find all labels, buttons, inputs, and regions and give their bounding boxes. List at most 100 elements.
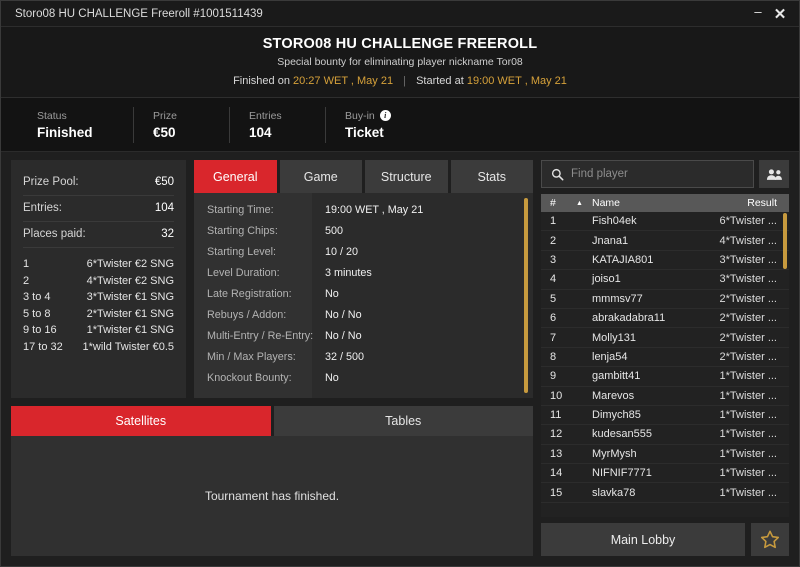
table-row[interactable]: 6 abrakadabra11 2*Twister ... [541, 309, 789, 329]
tournament-lobby-window: Storo08 HU CHALLENGE Freeroll #100151143… [0, 0, 800, 567]
minimize-button[interactable]: – [747, 3, 769, 25]
tab-game[interactable]: Game [279, 160, 362, 193]
started-time: 19:00 WET , May 21 [466, 75, 567, 87]
player-list-scrollbar[interactable] [783, 213, 787, 517]
tournament-times: Finished on 20:27 WET , May 21 | Started… [1, 75, 799, 87]
info-icon[interactable]: i [379, 110, 391, 121]
table-row[interactable]: 2 Jnana1 4*Twister ... [541, 231, 789, 251]
prize-value: €50 [153, 124, 176, 140]
player-result: 1*Twister ... [719, 389, 777, 402]
general-scrollbar-thumb[interactable] [524, 198, 528, 393]
table-row[interactable]: 15 slavka78 1*Twister ... [541, 483, 789, 503]
search-input[interactable] [571, 168, 744, 180]
player-list: # ▲ Name Result 1 Fish04ek 6*Twister ...… [541, 194, 789, 517]
sort-ascending-icon[interactable]: ▲ [576, 200, 592, 207]
tab-tables[interactable]: Tables [273, 406, 533, 436]
player-rank: 8 [550, 350, 557, 363]
player-list-scrollbar-thumb[interactable] [783, 213, 787, 269]
player-rank: 1 [550, 215, 557, 228]
title-bar: Storo08 HU CHALLENGE Freeroll #100151143… [1, 1, 799, 27]
satellites-content: Tournament has finished. [11, 436, 533, 556]
table-row[interactable]: 8 lenja54 2*Twister ... [541, 348, 789, 368]
detail-label: Rebuys / Addon: [207, 309, 287, 321]
tab-general[interactable]: General [194, 160, 277, 193]
column-header-num[interactable]: # [550, 197, 576, 209]
table-row[interactable]: 12 kudesan555 1*Twister ... [541, 425, 789, 445]
player-rank: 15 [550, 486, 563, 499]
player-result: 4*Twister ... [719, 234, 777, 247]
table-row[interactable]: 13 MyrMysh 1*Twister ... [541, 445, 789, 465]
main-lobby-button[interactable]: Main Lobby [541, 523, 745, 556]
general-value-column: 19:00 WET , May 21 500 10 / 20 3 minutes… [312, 193, 533, 398]
player-name: joiso1 [592, 273, 621, 286]
tab-stats[interactable]: Stats [450, 160, 533, 193]
player-rank: 12 [550, 428, 563, 441]
player-name: abrakadabra11 [592, 312, 666, 325]
player-result: 2*Twister ... [719, 292, 777, 305]
general-scrollbar[interactable] [524, 198, 528, 393]
table-row[interactable]: 4 joiso1 3*Twister ... [541, 270, 789, 290]
player-filter-button[interactable] [759, 160, 789, 188]
prize-entries-row: Entries: 104 [23, 196, 174, 222]
detail-label: Knockout Bounty: [207, 372, 292, 384]
player-rank: 11 [550, 409, 562, 422]
detail-value: 10 / 20 [325, 246, 359, 258]
footer-row: Main Lobby [541, 523, 789, 556]
status-cell-prize: Prize €50 [133, 105, 229, 145]
column-header-result[interactable]: Result [701, 197, 781, 209]
payout-row: 17 to 32 1*wild Twister €0.5 [23, 339, 174, 356]
detail-value: 32 / 500 [325, 351, 365, 363]
column-header-name[interactable]: Name [592, 197, 701, 209]
player-rank: 3 [550, 253, 557, 266]
player-result: 1*Twister ... [719, 370, 777, 383]
tab-satellites[interactable]: Satellites [11, 406, 271, 436]
player-rank: 13 [550, 447, 563, 460]
player-result: 3*Twister ... [719, 253, 777, 266]
payout-prize: 1*Twister €1 SNG [86, 324, 174, 336]
tournament-title: STORO08 HU CHALLENGE FREEROLL [262, 36, 538, 52]
status-cell-status: Status Finished [37, 105, 133, 145]
payout-prize: 4*Twister €2 SNG [86, 274, 174, 287]
prize-entries-label: Entries: [23, 202, 62, 214]
payout-place: 9 to 16 [23, 324, 57, 336]
table-row[interactable]: 7 Molly131 2*Twister ... [541, 328, 789, 348]
finished-time: 20:27 WET , May 21 [293, 75, 394, 87]
status-cell-buyin: Buy-in i Ticket [325, 105, 421, 145]
player-result: 2*Twister ... [719, 331, 777, 344]
tournament-subtitle: Special bounty for eliminating player ni… [277, 56, 523, 68]
table-row[interactable]: 14 NIFNIF7771 1*Twister ... [541, 464, 789, 484]
prize-pool-row: Prize Pool: €50 [23, 170, 174, 196]
detail-label: Late Registration: [207, 288, 292, 300]
player-name: lenja54 [592, 350, 628, 363]
started-label: Started at [416, 75, 464, 87]
tournament-status-message: Tournament has finished. [204, 489, 340, 503]
payout-row: 9 to 16 1*Twister €1 SNG [23, 322, 174, 339]
player-result: 1*Twister ... [719, 447, 777, 460]
search-box[interactable] [541, 160, 754, 188]
left-top-section: Prize Pool: €50 Entries: 104 Places paid… [11, 160, 533, 398]
player-name: mmmsv77 [592, 292, 643, 305]
close-button[interactable]: ✕ [769, 3, 791, 25]
favorite-button[interactable] [751, 523, 789, 556]
search-row [541, 160, 789, 188]
payout-prize: 6*Twister €2 SNG [86, 258, 174, 270]
player-result: 1*Twister ... [719, 467, 777, 480]
table-row[interactable]: 3 KATAJIA801 3*Twister ... [541, 251, 789, 271]
payout-place: 1 [23, 258, 30, 270]
table-row[interactable]: 11 Dimych85 1*Twister ... [541, 406, 789, 426]
detail-label: Min / Max Players: [207, 351, 296, 363]
player-name: KATAJIA801 [592, 253, 654, 266]
table-row[interactable]: 1 Fish04ek 6*Twister ... [541, 212, 789, 232]
player-name: Dimych85 [592, 409, 641, 422]
player-rank: 9 [550, 370, 557, 383]
table-row[interactable]: 5 mmmsv77 2*Twister ... [541, 290, 789, 309]
player-rank: 5 [550, 292, 557, 305]
tab-structure[interactable]: Structure [365, 160, 448, 193]
payout-row: 5 to 8 2*Twister €1 SNG [23, 306, 174, 323]
finished-label: Finished on [233, 75, 290, 87]
table-row[interactable]: 9 gambitt41 1*Twister ... [541, 367, 789, 387]
table-row[interactable]: 10 Marevos 1*Twister ... [541, 387, 789, 406]
buyin-value: Ticket [345, 124, 384, 140]
player-rows: 1 Fish04ek 6*Twister ... 2 Jnana1 4*Twis… [541, 212, 789, 503]
player-name: Molly131 [592, 331, 637, 344]
